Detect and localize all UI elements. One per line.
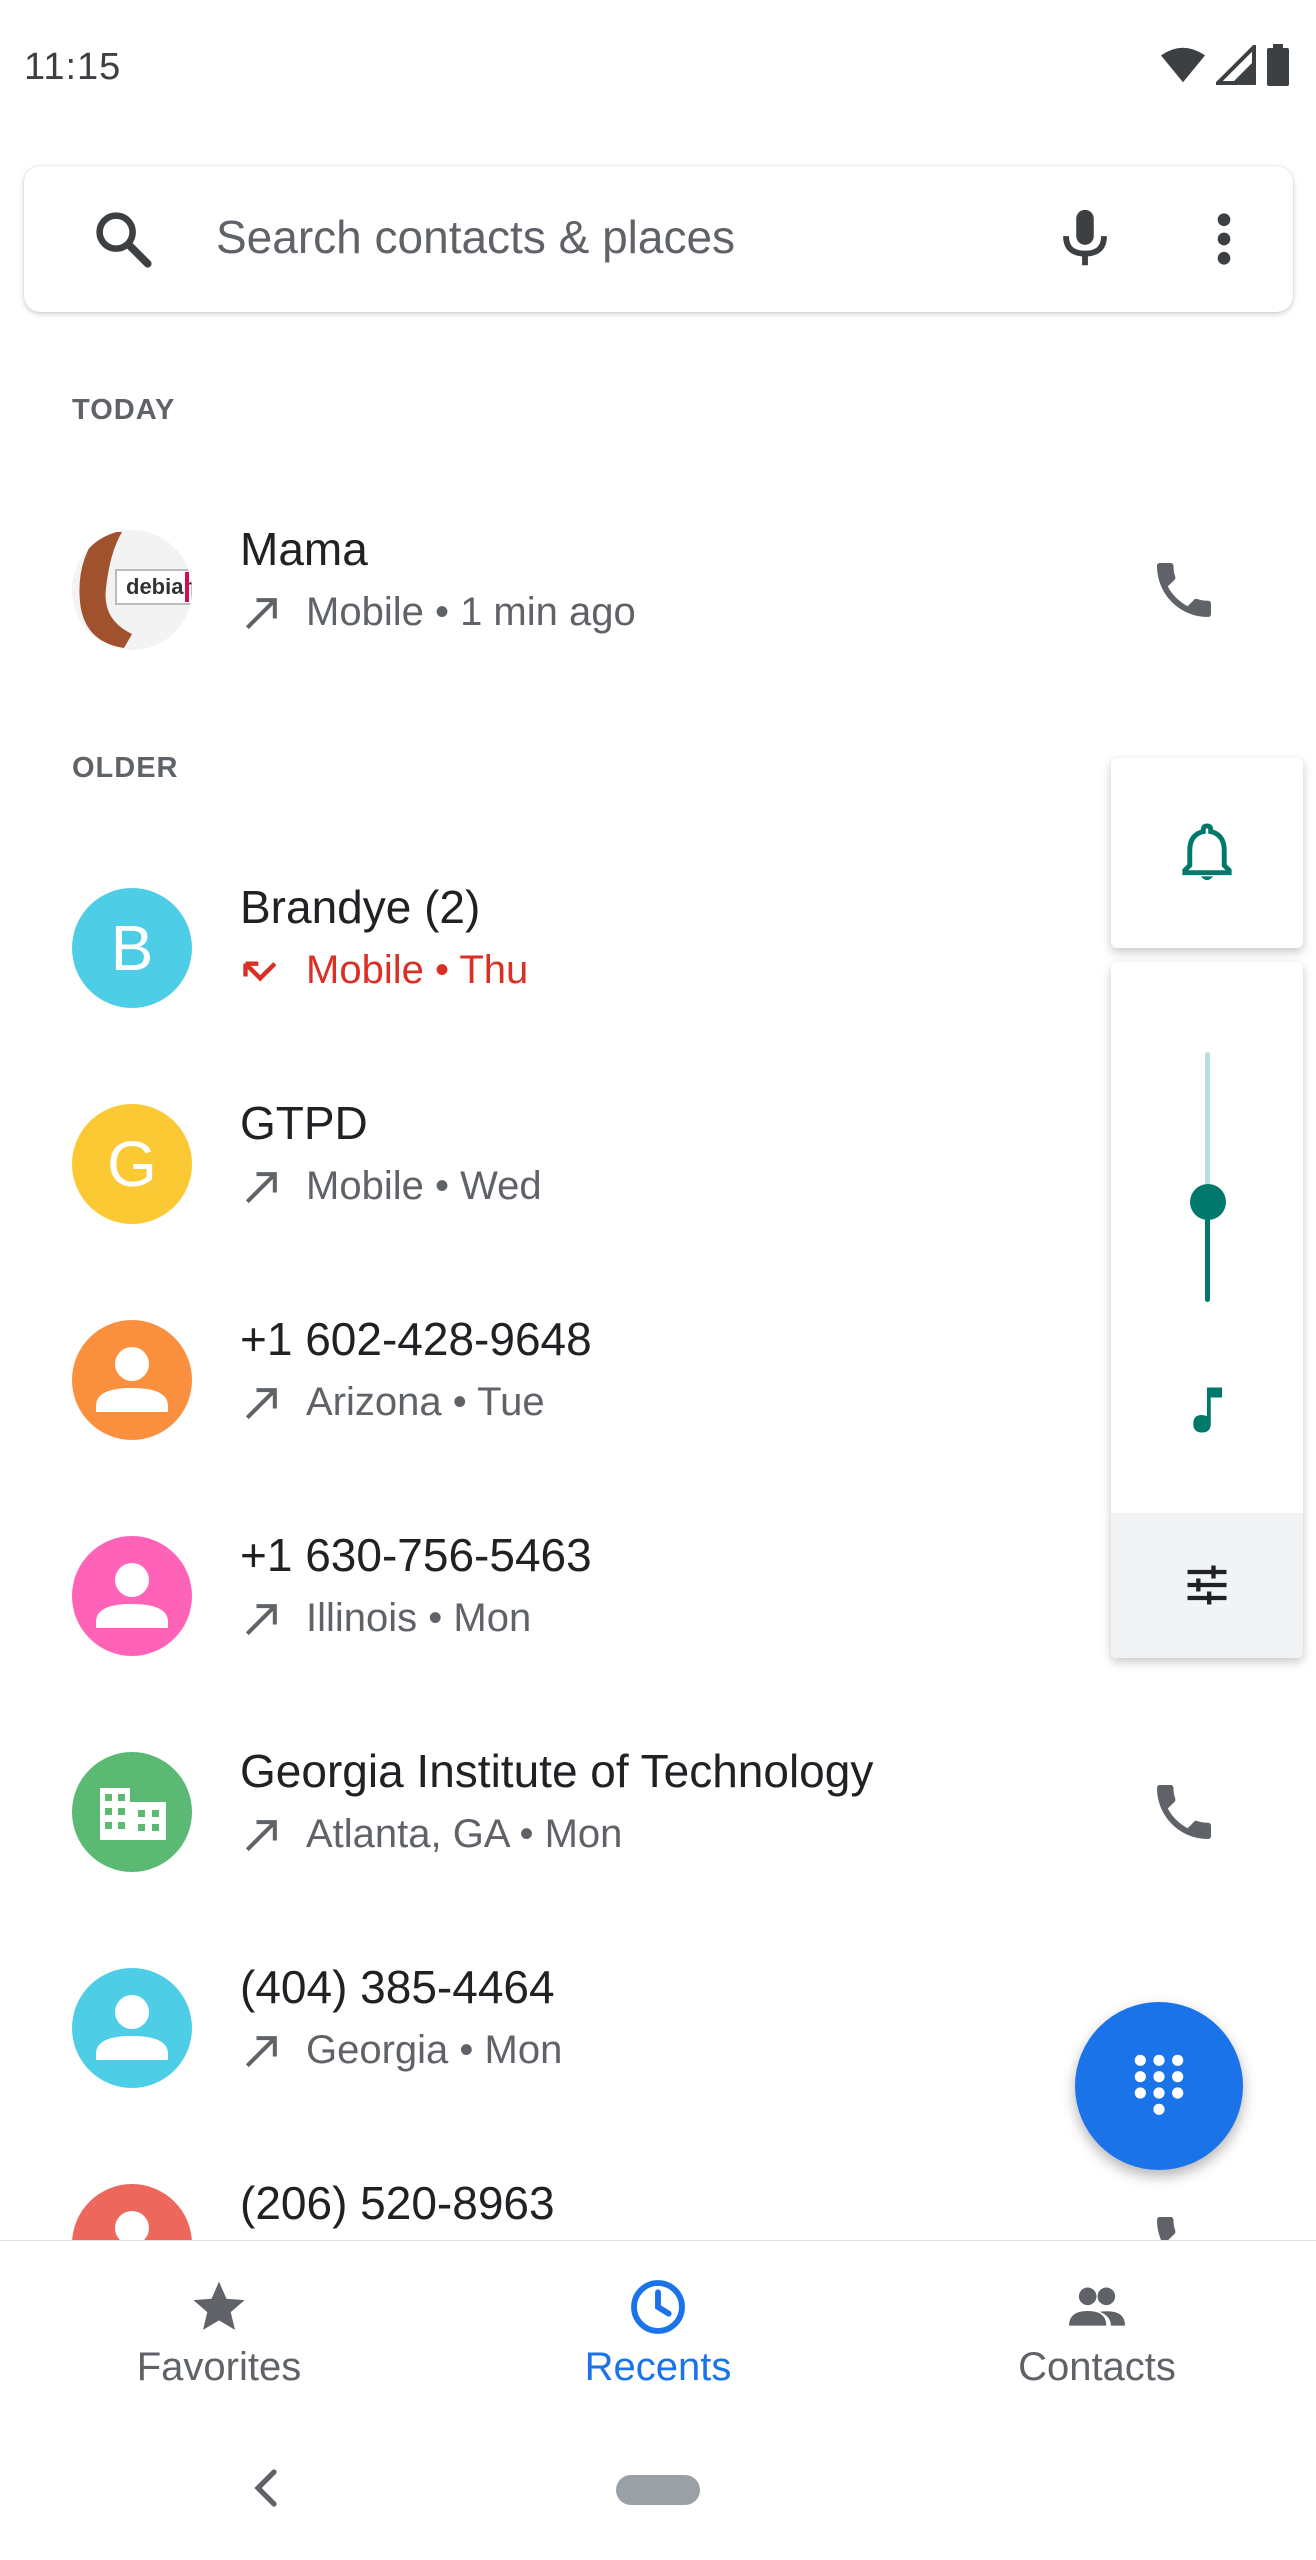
avatar-person[interactable] (72, 1320, 192, 1440)
dialpad-icon (1134, 2054, 1184, 2115)
clock-icon (631, 2280, 685, 2334)
search-input[interactable]: Search contacts & places (216, 210, 735, 264)
contact-name: (206) 520-8963 (240, 2177, 555, 2229)
battery-icon (1267, 44, 1289, 86)
bell-icon[interactable] (1177, 821, 1237, 885)
outgoing-call-icon (245, 1819, 277, 1851)
tune-icon[interactable] (1181, 1559, 1233, 1611)
nav-contacts[interactable]: Contacts (878, 2241, 1316, 2421)
svg-text:debian: debian (126, 574, 192, 599)
call-detail-text: Arizona • Tue (306, 1380, 545, 1424)
section-header-older: OLDER (72, 752, 179, 784)
bottom-navigation: Favorites Recents Contacts (0, 2240, 1316, 2420)
call-row[interactable]: Georgia Institute of Technology Atlanta,… (0, 1704, 1316, 1920)
nav-label-favorites: Favorites (136, 2345, 302, 2389)
avatar-person[interactable] (72, 1536, 192, 1656)
call-detail: Mobile • 1 min ago (240, 590, 636, 635)
status-time: 11:15 (24, 46, 122, 88)
avatar-person[interactable] (72, 1968, 192, 2088)
volume-slider-thumb[interactable] (1190, 1184, 1226, 1220)
nav-label-contacts: Contacts (1018, 2345, 1176, 2389)
star-icon (193, 2281, 245, 2330)
dialpad-button[interactable] (1075, 2002, 1243, 2170)
avatar-letter[interactable]: G (72, 1104, 192, 1224)
call-icon[interactable] (1148, 1776, 1220, 1848)
call-detail: Atlanta, GA • Mon (240, 1812, 622, 1857)
contact-name: Mama (240, 523, 368, 575)
back-icon[interactable] (246, 2464, 286, 2512)
call-detail: Mobile • Wed (240, 1164, 542, 1209)
outgoing-call-icon (245, 2035, 277, 2067)
person-icon (96, 1347, 168, 1412)
call-row[interactable]: debian Mama Mobile • 1 min ago (0, 482, 1316, 698)
outgoing-call-icon (245, 1171, 277, 1203)
more-vert-icon[interactable] (1204, 206, 1244, 272)
dialer-screen: 11:15 Search contacts & places TODAY deb… (0, 0, 1316, 2560)
contact-name: Georgia Institute of Technology (240, 1745, 874, 1797)
avatar-photo[interactable]: debian (72, 530, 192, 650)
call-icon[interactable] (1148, 554, 1220, 626)
status-bar: 11:15 (0, 0, 1316, 146)
nav-favorites[interactable]: Favorites (0, 2241, 438, 2421)
nav-label-recents: Recents (584, 2345, 732, 2389)
outgoing-call-icon (245, 1387, 277, 1419)
contact-name: GTPD (240, 1097, 368, 1149)
outgoing-call-icon (245, 597, 277, 629)
person-icon (96, 1563, 168, 1628)
nav-recents[interactable]: Recents (439, 2241, 877, 2421)
call-detail: Georgia • Mon (240, 2028, 562, 2073)
search-bar[interactable]: Search contacts & places (24, 166, 1293, 312)
call-detail: Illinois • Mon (240, 1596, 531, 1641)
contact-name: Brandye (2) (240, 881, 481, 933)
missed-call-icon (243, 960, 277, 981)
volume-settings[interactable] (1111, 1513, 1303, 1658)
cell-signal-icon (1216, 45, 1256, 85)
music-note-icon[interactable] (1177, 1380, 1237, 1440)
call-detail-text: Mobile • 1 min ago (306, 590, 636, 634)
person-icon (96, 1995, 168, 2060)
call-detail-text: Mobile • Thu (306, 948, 529, 992)
people-icon (1069, 2287, 1125, 2326)
call-detail-text: Illinois • Mon (306, 1596, 532, 1640)
call-detail-text: Georgia • Mon (306, 2028, 563, 2072)
call-detail: Mobile • Thu (240, 948, 528, 993)
contact-name: (404) 385-4464 (240, 1961, 555, 2013)
avatar-business[interactable] (72, 1752, 192, 1872)
call-detail-text: Atlanta, GA • Mon (306, 1812, 623, 1856)
mic-icon[interactable] (1050, 204, 1120, 274)
contact-photo: debian (72, 530, 192, 650)
status-icons (1160, 44, 1290, 86)
outgoing-call-icon (245, 1603, 277, 1635)
section-header-today: TODAY (72, 394, 176, 426)
business-icon (100, 1788, 166, 1840)
call-detail-text: Mobile • Wed (306, 1164, 542, 1208)
call-detail: Arizona • Tue (240, 1380, 545, 1425)
search-icon[interactable] (90, 206, 156, 272)
volume-panel (1111, 962, 1303, 1658)
contact-name: +1 602-428-9648 (240, 1313, 592, 1365)
home-pill[interactable] (616, 2475, 700, 2505)
wifi-icon (1160, 47, 1206, 83)
avatar-letter[interactable]: B (72, 888, 192, 1008)
contact-name: +1 630-756-5463 (240, 1529, 592, 1581)
volume-ringer-toggle[interactable] (1111, 758, 1303, 948)
